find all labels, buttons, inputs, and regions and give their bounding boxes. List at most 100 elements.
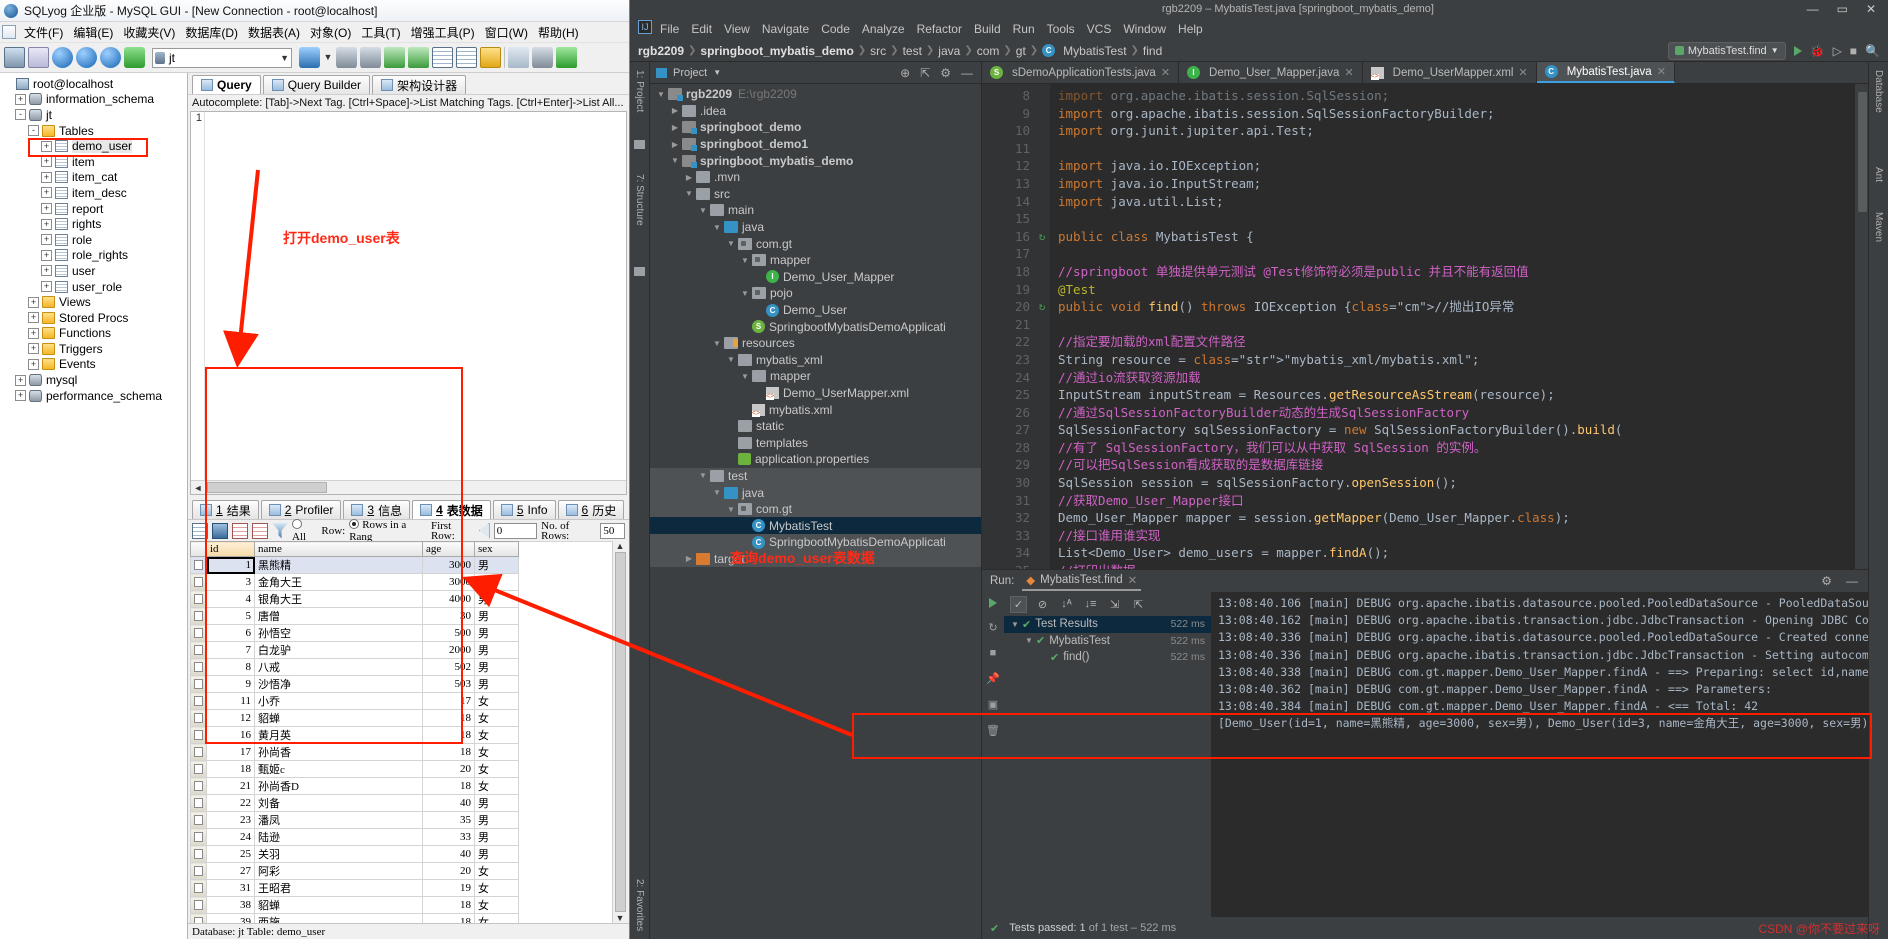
cell-id[interactable]: 17 <box>206 743 255 761</box>
project-tree[interactable]: ▼ rgb2209 E:\rgb2209 ▶ .idea ▶ springboot_dem… <box>650 84 981 939</box>
cell-age[interactable]: 502 <box>422 658 475 676</box>
chevron-right-icon[interactable]: ▶ <box>684 173 694 182</box>
cell-age[interactable]: 30 <box>422 607 475 625</box>
code-line[interactable]: //可以把SqlSession看成获取的是数据库链接 <box>1058 456 1868 474</box>
menu-window[interactable]: 窗口(W) <box>480 22 533 43</box>
cell-name[interactable]: 金角大王 <box>254 573 423 591</box>
cell-id[interactable]: 6 <box>206 624 255 642</box>
close-icon[interactable]: ✕ <box>1866 2 1876 16</box>
cell-age[interactable]: 18 <box>422 709 475 727</box>
table-row[interactable]: 16 黄月英 18 女 <box>190 726 519 744</box>
row-selector[interactable] <box>190 845 207 863</box>
tree-expander-icon[interactable]: + <box>28 327 39 339</box>
object-browser-tree[interactable]: root@localhost + information_schema - jt - Tab… <box>0 73 188 939</box>
show-ignored-icon[interactable]: ⊘ <box>1034 596 1051 613</box>
tree-expander-icon[interactable]: - <box>15 109 26 121</box>
cell-id[interactable]: 4 <box>206 590 255 608</box>
project-node-java[interactable]: ▼ java <box>650 219 981 236</box>
cell-age[interactable]: 3000 <box>422 573 475 591</box>
project-node-src[interactable]: ▼ src <box>650 186 981 203</box>
export-icon[interactable] <box>408 47 429 68</box>
tool-window-favorites[interactable]: 2: Favorites <box>634 879 645 931</box>
chevron-right-icon[interactable]: ▶ <box>684 554 694 563</box>
project-node-demo_user_mapper[interactable]: I Demo_User_Mapper <box>650 269 981 286</box>
table-data-icon[interactable] <box>432 47 453 68</box>
table-row[interactable]: 17 孙尚香 18 女 <box>190 743 519 761</box>
tree-expander-icon[interactable]: + <box>15 374 26 386</box>
tree-item-role[interactable]: + role <box>2 232 187 248</box>
project-panel-actions[interactable]: ⊕ ⇱ ⚙ — <box>900 66 981 80</box>
row-selector[interactable] <box>190 692 207 710</box>
table-row[interactable]: 25 关羽 40 男 <box>190 845 519 863</box>
tree-expander-icon[interactable]: + <box>15 93 26 105</box>
code-line[interactable]: public void find() throws IOException {c… <box>1058 298 1868 316</box>
chevron-down-icon[interactable]: ▼ <box>726 239 736 248</box>
scroll-down-icon[interactable]: ▼ <box>616 913 625 923</box>
result-tabs[interactable]: 1 结果 2 Profiler 3 信息 4 表数据 5 Info 6 历史 <box>188 498 629 519</box>
execute-current-icon[interactable] <box>100 47 121 68</box>
cell-name[interactable]: 阿彩 <box>254 862 423 880</box>
cell-name[interactable]: 甄姬c <box>254 760 423 778</box>
first-row-input[interactable]: 0 <box>493 522 538 539</box>
project-node-demo_usermapper-xml[interactable]: Demo_UserMapper.xml <box>650 385 981 402</box>
row-selector[interactable] <box>190 743 207 761</box>
tool-window-structure[interactable]: 7: Structure <box>634 174 645 226</box>
sql-editor-hscrollbar[interactable]: ◄ <box>191 480 626 494</box>
project-node-mybatistest[interactable]: C MybatisTest <box>650 517 981 535</box>
table-row[interactable]: 8 八戒 502 男 <box>190 658 519 676</box>
row-selector[interactable] <box>190 658 207 676</box>
table-row[interactable]: 9 沙悟净 503 男 <box>190 675 519 693</box>
table-row[interactable]: 27 阿彩 20 女 <box>190 862 519 880</box>
code-line[interactable]: String resource = class="str">"mybatis_x… <box>1058 351 1868 369</box>
cell-sex[interactable]: 女 <box>474 709 519 727</box>
result-tab-4[interactable]: 4 表数据 <box>412 500 491 519</box>
breadcrumb-gt[interactable]: gt <box>1016 44 1026 58</box>
cell-sex[interactable]: 男 <box>474 607 519 625</box>
cell-name[interactable]: 西施 <box>254 913 423 923</box>
chevron-down-icon[interactable]: ▼ <box>698 471 708 480</box>
cell-id[interactable]: 9 <box>206 675 255 693</box>
row-selector[interactable] <box>190 828 207 846</box>
hide-icon[interactable]: — <box>961 66 973 80</box>
cell-name[interactable]: 孙尚香 <box>254 743 423 761</box>
code-line[interactable]: //springboot 单独提供单元测试 @Test修饰符必须是public … <box>1058 263 1868 281</box>
cell-id[interactable]: 16 <box>206 726 255 744</box>
cell-name[interactable]: 王昭君 <box>254 879 423 897</box>
cell-name[interactable]: 潘凤 <box>254 811 423 829</box>
tree-expander-icon[interactable]: + <box>41 187 52 199</box>
tree-expander-icon[interactable]: + <box>28 312 39 324</box>
scroll-up-icon[interactable]: ▲ <box>616 541 625 551</box>
menu-help[interactable]: 帮助(H) <box>533 22 584 43</box>
project-node--idea[interactable]: ▶ .idea <box>650 103 981 120</box>
test-results-tree[interactable]: ▼ ✔ Test Results 522 ms ▼ ✔ MybatisTest 522 ms ✔… <box>1004 616 1211 666</box>
execute-all-icon[interactable] <box>76 47 97 68</box>
code-editor[interactable]: 8 9 10 11 12 13 14 15 16 17 18 19 20 21 22 23 24 25 26 27 28… <box>982 84 1868 569</box>
column-header-id[interactable]: id <box>206 541 255 557</box>
tree-expander-icon[interactable]: + <box>28 296 39 308</box>
test-row-find--[interactable]: ✔ find() 522 ms <box>1004 649 1211 666</box>
cell-name[interactable]: 八戒 <box>254 658 423 676</box>
database-selector[interactable]: jt ▼ <box>152 47 292 68</box>
restore-db-icon[interactable] <box>360 47 381 68</box>
breadcrumb-project[interactable]: rgb2209 <box>638 44 684 58</box>
insert-row-icon[interactable] <box>192 522 208 539</box>
code-line[interactable]: import java.io.InputStream; <box>1058 175 1868 193</box>
tree-item-stored-procs[interactable]: + Stored Procs <box>2 310 187 326</box>
tree-expander-icon[interactable]: + <box>41 203 52 215</box>
cell-age[interactable]: 20 <box>422 862 475 880</box>
cell-name[interactable]: 白龙驴 <box>254 641 423 659</box>
cell-age[interactable]: 19 <box>422 879 475 897</box>
cell-sex[interactable]: 女 <box>474 692 519 710</box>
code-line[interactable]: import org.apache.ibatis.session.SqlSess… <box>1058 105 1868 123</box>
menu-run[interactable]: Run <box>1013 22 1035 36</box>
result-tab-1[interactable]: 1 结果 <box>192 500 259 519</box>
row-selector[interactable] <box>190 709 207 727</box>
tree-expander-icon[interactable]: + <box>28 343 39 355</box>
menu-edit[interactable]: Edit <box>691 22 712 36</box>
cell-age[interactable]: 2000 <box>422 641 475 659</box>
menu-help[interactable]: Help <box>1178 22 1203 36</box>
left-tool-strip[interactable]: 1: Project 7: Structure 2: Favorites <box>630 62 650 939</box>
tree-expander-icon[interactable]: + <box>41 140 52 152</box>
cell-age[interactable]: 17 <box>422 692 475 710</box>
menu-vcs[interactable]: VCS <box>1087 22 1112 36</box>
